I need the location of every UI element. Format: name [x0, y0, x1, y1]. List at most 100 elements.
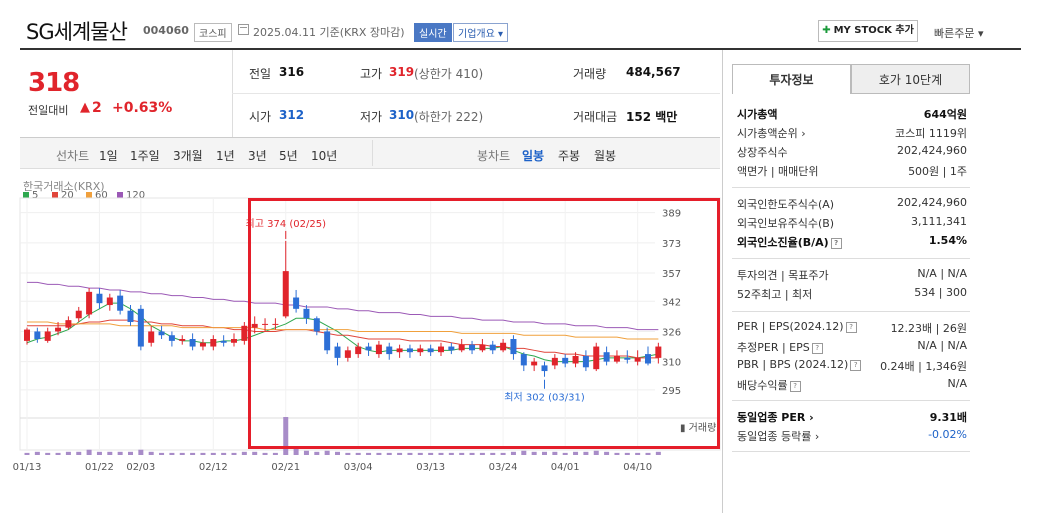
volume-bar	[397, 452, 403, 455]
volume-bar	[490, 452, 496, 455]
help-icon[interactable]: ?	[811, 342, 823, 354]
volume-bar	[231, 452, 237, 455]
help-icon[interactable]: ?	[789, 380, 801, 392]
volume-bar	[531, 451, 537, 455]
info-key: 추정PER | EPS?	[737, 339, 823, 355]
info-row: 투자의견 | 목표주가 N/A | N/A	[737, 267, 967, 285]
volume-bar	[448, 452, 454, 455]
info-value: 9.31배	[929, 411, 967, 424]
volume-bar	[417, 452, 423, 455]
candle-body	[231, 339, 237, 343]
tab-investment-info[interactable]: 투자정보	[732, 64, 851, 94]
volume-bar	[200, 452, 206, 455]
volume-bar	[76, 451, 82, 455]
volume-bar	[542, 451, 547, 455]
volume-bar	[210, 452, 216, 455]
info-value: 500원 | 1주	[908, 165, 967, 178]
info-key: 시가총액	[737, 108, 778, 121]
volume-bar	[55, 452, 61, 455]
help-icon[interactable]: ?	[830, 237, 842, 249]
volume-bar	[614, 452, 620, 455]
volume-bar	[366, 452, 372, 455]
info-row: PBR | BPS (2024.12)? 0.24배 | 1,346원	[737, 358, 967, 376]
volume-bar	[386, 452, 392, 455]
info-row: 시가총액순위 › 코스피 1119위	[737, 125, 967, 143]
candle-body	[75, 310, 82, 319]
volume-bar	[96, 451, 102, 455]
candle-body	[179, 339, 186, 341]
info-row: 동일업종 등락률 › -0.02%	[737, 428, 967, 446]
candle-body	[189, 339, 196, 347]
info-row: 52주최고 | 최저 534 | 300	[737, 286, 967, 304]
volume-bar	[624, 452, 630, 455]
candle-body	[96, 293, 103, 304]
x-axis: 01/13 01/22 02/03 02/12 02/21 03/04 03/13 03/24…	[13, 462, 652, 473]
info-key: 동일업종 등락률 ›	[737, 430, 820, 443]
info-key: 투자의견 | 목표주가	[737, 269, 829, 282]
candle-body	[127, 310, 134, 323]
volume-bar	[221, 452, 227, 455]
volume-bar	[573, 451, 579, 455]
tab-orderbook-10[interactable]: 호가 10단계	[851, 64, 970, 94]
info-row: 액면가 | 매매단위 500원 | 1주	[737, 163, 967, 181]
volume-bar	[272, 452, 278, 455]
info-row: 외국인소진율(B/A)? 1.54%	[737, 234, 967, 252]
info-key: 52주최고 | 최저	[737, 288, 813, 301]
candle-body	[117, 295, 124, 311]
volume-bar	[345, 452, 351, 455]
info-row: 외국인한도주식수(A) 202,424,960	[737, 196, 967, 214]
info-value: 644억원	[923, 108, 967, 121]
divider	[732, 311, 970, 312]
volume-bar	[138, 449, 144, 455]
volume-bar	[635, 452, 641, 455]
volume-bar	[159, 452, 165, 455]
info-value: 202,424,960	[897, 196, 967, 209]
volume-bar	[500, 452, 506, 455]
volume-bar	[128, 451, 133, 455]
x-tick-label: 03/04	[344, 462, 373, 473]
info-value: 1.54%	[928, 234, 967, 247]
candle-body	[44, 331, 51, 341]
candle-body	[137, 308, 144, 347]
volume-bar	[604, 451, 610, 455]
divider	[732, 400, 970, 401]
x-tick-label: 02/12	[199, 462, 228, 473]
divider	[732, 451, 970, 452]
candle-body	[55, 327, 62, 332]
info-value: N/A | N/A	[917, 339, 967, 352]
volume-bar	[521, 450, 527, 455]
volume-bar	[169, 452, 175, 455]
info-key: 외국인소진율(B/A)?	[737, 234, 842, 250]
x-tick-label: 03/24	[489, 462, 518, 473]
x-tick-label: 01/13	[13, 462, 42, 473]
volume-bar	[593, 450, 599, 455]
candle-body	[34, 331, 41, 339]
info-value: 534 | 300	[914, 286, 967, 299]
info-value: 3,111,341	[911, 215, 967, 228]
volume-bar	[107, 451, 113, 455]
plus-icon: ✚	[822, 25, 831, 36]
candle-body	[168, 335, 175, 341]
add-mystock-button[interactable]: ✚ MY STOCK 추가	[818, 20, 918, 42]
help-icon[interactable]: ?	[845, 321, 857, 333]
volume-bar	[148, 451, 154, 455]
info-key: 외국인한도주식수(A)	[737, 198, 835, 211]
x-tick-label: 02/21	[271, 462, 300, 473]
help-icon[interactable]: ?	[850, 359, 862, 371]
info-value: 202,424,960	[897, 144, 967, 157]
volume-bar	[335, 451, 340, 455]
volume-bar	[65, 451, 71, 455]
info-row: 동일업종 PER › 9.31배	[737, 409, 967, 427]
info-row: PER | EPS(2024.12)? 12.23배 | 26원	[737, 320, 967, 338]
volume-bar	[314, 451, 320, 455]
volume-bar	[262, 452, 268, 455]
info-value: 코스피 1119위	[895, 127, 967, 140]
volume-bar	[438, 452, 444, 455]
info-key: 외국인보유주식수(B)	[737, 217, 835, 230]
volume-bar	[552, 451, 558, 455]
volume-bar	[459, 452, 465, 455]
info-row: 시가총액 644억원	[737, 106, 967, 124]
quick-order-dropdown[interactable]: 빠른주문 ▾	[934, 25, 984, 41]
volume-bar	[24, 452, 30, 455]
candle-body	[106, 297, 113, 306]
